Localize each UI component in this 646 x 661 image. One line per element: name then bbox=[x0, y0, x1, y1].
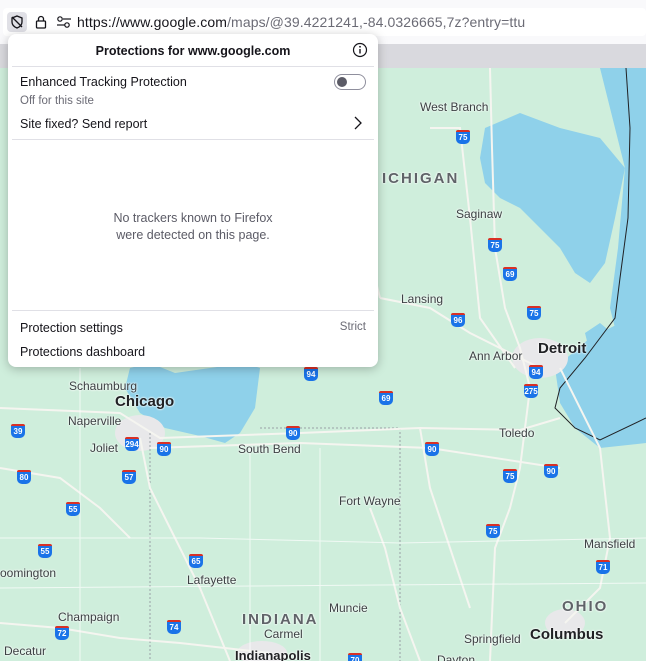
no-trackers-line-1: No trackers known to Firefox bbox=[113, 211, 273, 225]
url-path: /maps/@39.4221241,-84.0326665,7z?entry=t… bbox=[227, 14, 526, 30]
interstate-shield: 69 bbox=[379, 391, 393, 405]
panel-title: Protections for www.google.com bbox=[95, 44, 291, 58]
interstate-shield: 69 bbox=[503, 267, 517, 281]
interstate-shield: 71 bbox=[596, 560, 610, 574]
city-indianapolis[interactable]: Indianapolis bbox=[235, 648, 311, 661]
city-south-bend[interactable]: South Bend bbox=[238, 442, 301, 456]
interstate-shield: 94 bbox=[529, 365, 543, 379]
interstate-shield: 75 bbox=[527, 306, 541, 320]
state-label-ohio: OHIO bbox=[562, 598, 609, 615]
interstate-shield: 57 bbox=[122, 470, 136, 484]
protection-level-value: Strict bbox=[339, 321, 366, 333]
city-springfield[interactable]: Springfield bbox=[464, 632, 521, 646]
interstate-shield: 39 bbox=[11, 424, 25, 438]
no-trackers-message: No trackers known to Firefox were detect… bbox=[8, 210, 378, 244]
city-ann-arbor[interactable]: Ann Arbor bbox=[469, 349, 522, 363]
city-west-branch[interactable]: West Branch bbox=[420, 100, 488, 114]
interstate-shield: 90 bbox=[286, 426, 300, 440]
url-text[interactable]: https://www.google.com/maps/@39.4221241,… bbox=[77, 14, 525, 30]
city-lafayette[interactable]: Lafayette bbox=[187, 573, 236, 587]
city-schaumburg[interactable]: Schaumburg bbox=[69, 379, 137, 393]
interstate-shield: 90 bbox=[425, 442, 439, 456]
city-toledo[interactable]: Toledo bbox=[499, 426, 534, 440]
city-dayton[interactable]: Dayton bbox=[437, 653, 475, 661]
panel-header: Protections for www.google.com bbox=[8, 34, 378, 66]
city-mansfield[interactable]: Mansfield bbox=[584, 537, 635, 551]
interstate-shield: 90 bbox=[157, 442, 171, 456]
toggle-knob bbox=[337, 77, 347, 87]
etp-status: Off for this site bbox=[20, 95, 94, 107]
city-carmel[interactable]: Carmel bbox=[264, 627, 303, 641]
url-host: https://www.google.com bbox=[77, 14, 228, 30]
interstate-shield: 294 bbox=[125, 437, 139, 451]
chevron-right-icon[interactable] bbox=[352, 116, 364, 130]
interstate-shield: 55 bbox=[38, 544, 52, 558]
city-lansing[interactable]: Lansing bbox=[401, 292, 443, 306]
permissions-icon[interactable] bbox=[54, 12, 74, 32]
protection-settings-button[interactable]: Protection settings bbox=[20, 321, 123, 335]
interstate-shield: 275 bbox=[524, 384, 538, 398]
city-chicago[interactable]: Chicago bbox=[115, 393, 174, 410]
interstate-shield: 75 bbox=[488, 238, 502, 252]
info-icon[interactable] bbox=[352, 42, 368, 58]
divider bbox=[12, 310, 374, 311]
interstate-shield: 72 bbox=[55, 626, 69, 640]
city-saginaw[interactable]: Saginaw bbox=[456, 207, 502, 221]
city-fort-wayne[interactable]: Fort Wayne bbox=[339, 494, 401, 508]
state-label-michigan: ICHIGAN bbox=[382, 170, 460, 187]
interstate-shield: 74 bbox=[167, 620, 181, 634]
tracking-protection-shield-icon[interactable] bbox=[7, 12, 27, 32]
interstate-shield: 90 bbox=[544, 464, 558, 478]
etp-toggle[interactable] bbox=[334, 74, 366, 90]
divider bbox=[12, 66, 374, 67]
etp-label: Enhanced Tracking Protection bbox=[20, 75, 187, 89]
city-detroit[interactable]: Detroit bbox=[538, 340, 586, 357]
interstate-shield: 75 bbox=[486, 524, 500, 538]
interstate-shield: 80 bbox=[17, 470, 31, 484]
lock-icon[interactable] bbox=[31, 12, 51, 32]
protections-dashboard-button[interactable]: Protections dashboard bbox=[20, 345, 145, 359]
send-report-link[interactable]: Site fixed? Send report bbox=[20, 117, 147, 131]
city-joliet[interactable]: Joliet bbox=[90, 441, 118, 455]
divider bbox=[12, 139, 374, 140]
city-naperville[interactable]: Naperville bbox=[68, 414, 121, 428]
protections-panel: Protections for www.google.com Enhanced … bbox=[8, 34, 378, 367]
interstate-shield: 70 bbox=[348, 653, 362, 661]
city-bloomington[interactable]: oomington bbox=[0, 566, 56, 580]
interstate-shield: 75 bbox=[503, 469, 517, 483]
city-champaign[interactable]: Champaign bbox=[58, 610, 119, 624]
no-trackers-line-2: were detected on this page. bbox=[116, 228, 270, 242]
interstate-shield: 55 bbox=[66, 502, 80, 516]
city-columbus[interactable]: Columbus bbox=[530, 626, 603, 643]
city-muncie[interactable]: Muncie bbox=[329, 601, 368, 615]
interstate-shield: 65 bbox=[189, 554, 203, 568]
address-field[interactable]: https://www.google.com/maps/@39.4221241,… bbox=[3, 8, 646, 36]
state-label-indiana: INDIANA bbox=[242, 611, 319, 628]
interstate-shield: 96 bbox=[451, 313, 465, 327]
interstate-shield: 94 bbox=[304, 367, 318, 381]
city-decatur[interactable]: Decatur bbox=[4, 644, 46, 658]
interstate-shield: 75 bbox=[456, 130, 470, 144]
